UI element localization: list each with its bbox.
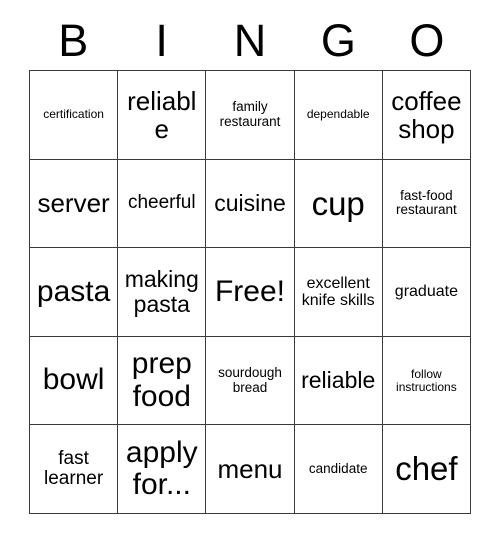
- bingo-cell-label: excellent knife skills: [301, 274, 375, 309]
- header-letter-g: G: [320, 14, 356, 66]
- header-letter-i: I: [155, 14, 168, 66]
- bingo-grid: certification reliable family restaurant de…: [29, 70, 471, 514]
- bingo-cell-label: follow instructions: [396, 366, 457, 394]
- bingo-header-row: B I N G O: [29, 14, 471, 66]
- bingo-cell[interactable]: apply for...: [118, 425, 207, 514]
- bingo-cell-label: cuisine: [214, 189, 286, 216]
- bingo-cell-label: making pasta: [124, 266, 199, 317]
- bingo-cell-label: family restaurant: [219, 99, 281, 129]
- bingo-cell-label: coffee shop: [391, 85, 462, 144]
- bingo-cell[interactable]: family restaurant: [206, 71, 295, 160]
- header-letter-n: N: [233, 14, 267, 66]
- bingo-cell-label: prep food: [131, 347, 192, 413]
- header-letter-o: O: [409, 14, 445, 66]
- bingo-cell-label: cup: [311, 184, 365, 222]
- bingo-cell[interactable]: certification: [30, 71, 119, 160]
- bingo-cell[interactable]: coffee shop: [382, 71, 471, 160]
- bingo-cell-label: apply for...: [125, 435, 198, 502]
- bingo-cell[interactable]: prep food: [118, 336, 207, 426]
- bingo-cell[interactable]: reliable: [118, 71, 207, 160]
- bingo-cell-label: menu: [217, 454, 283, 485]
- bingo-cell[interactable]: sourdough bread: [206, 336, 295, 426]
- bingo-cell[interactable]: excellent knife skills: [294, 248, 383, 337]
- bingo-cell-label: dependable: [306, 107, 370, 122]
- bingo-cell[interactable]: pasta: [30, 248, 119, 337]
- bingo-cell[interactable]: candidate: [294, 425, 383, 514]
- bingo-cell[interactable]: server: [30, 159, 119, 249]
- bingo-cell-label: bowl: [42, 363, 105, 397]
- bingo-cell-label: fast learner: [44, 447, 104, 490]
- bingo-cell[interactable]: reliable: [294, 336, 383, 426]
- bingo-cell[interactable]: chef: [382, 425, 471, 514]
- header-letter-b: B: [58, 14, 89, 66]
- bingo-cell[interactable]: cup: [294, 159, 383, 249]
- bingo-card: B I N G O certification reliable family re…: [0, 0, 500, 544]
- bingo-cell[interactable]: dependable: [294, 71, 383, 160]
- bingo-cell-label: reliable: [301, 367, 376, 394]
- bingo-cell-free[interactable]: Free!: [206, 248, 295, 337]
- bingo-cell[interactable]: menu: [206, 425, 295, 514]
- bingo-cell-label: fast-food restaurant: [395, 187, 457, 218]
- bingo-cell[interactable]: cheerful: [118, 159, 207, 249]
- bingo-cell-label: graduate: [394, 283, 458, 301]
- bingo-cell-label: server: [37, 188, 110, 219]
- bingo-cell-label: pasta: [36, 274, 111, 308]
- bingo-cell[interactable]: cuisine: [206, 159, 295, 249]
- bingo-cell-label: certification: [43, 107, 104, 122]
- bingo-cell-label: candidate: [308, 460, 368, 476]
- bingo-cell[interactable]: fast learner: [30, 425, 119, 514]
- bingo-cell-label: reliable: [127, 85, 197, 144]
- bingo-cell-label: cheerful: [127, 192, 196, 214]
- bingo-cell-label: sourdough bread: [218, 365, 282, 395]
- bingo-cell-label: chef: [395, 450, 458, 488]
- bingo-cell[interactable]: fast-food restaurant: [382, 159, 471, 249]
- bingo-cell[interactable]: bowl: [30, 336, 119, 426]
- bingo-cell[interactable]: follow instructions: [382, 336, 471, 426]
- bingo-cell[interactable]: making pasta: [118, 248, 207, 337]
- bingo-cell-label: Free!: [214, 274, 285, 308]
- bingo-cell[interactable]: graduate: [382, 248, 471, 337]
